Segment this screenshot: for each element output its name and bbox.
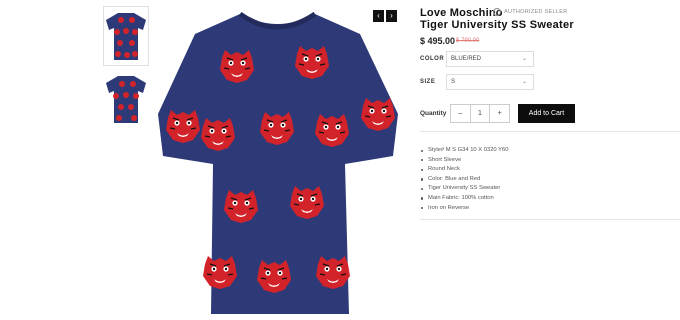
thumbnail-front[interactable] bbox=[103, 6, 149, 66]
thumbnail-back-image bbox=[106, 76, 146, 123]
prev-image-button[interactable]: ‹ bbox=[373, 10, 384, 22]
next-image-button[interactable]: › bbox=[386, 10, 397, 22]
color-select[interactable]: BLUE/RED ⌄ bbox=[446, 51, 534, 67]
list-item: Round Neck bbox=[420, 165, 508, 175]
chevron-down-icon: ⌄ bbox=[521, 56, 527, 62]
size-select[interactable]: S ⌄ bbox=[446, 74, 534, 90]
main-product-image bbox=[155, 4, 400, 316]
current-price: $ 495.00 bbox=[420, 36, 456, 46]
list-item: Main Fabric: 100% cotton bbox=[420, 194, 508, 204]
product-title: Tiger University SS Sweater bbox=[420, 19, 575, 31]
authorized-seller-badge: ✓ AUTHORIZED SELLER bbox=[493, 8, 567, 16]
list-item: Color: Blue and Red bbox=[420, 175, 508, 185]
list-item: Style# M S G34 10 X 0320 Y60 bbox=[420, 146, 508, 156]
quantity-decrease-button[interactable]: – bbox=[451, 105, 470, 122]
divider bbox=[420, 219, 680, 220]
quantity-label: Quantity bbox=[420, 110, 447, 117]
thumbnail-front-image bbox=[106, 13, 146, 60]
original-price: $ 790.00 bbox=[456, 38, 480, 44]
chevron-down-icon: ⌄ bbox=[521, 79, 527, 85]
quantity-increase-button[interactable]: + bbox=[490, 105, 509, 122]
size-select-value: S bbox=[451, 79, 456, 85]
quantity-input[interactable]: 1 bbox=[469, 105, 491, 122]
color-label: COLOR bbox=[420, 56, 445, 62]
brand-name[interactable]: Love Moschino bbox=[420, 7, 503, 19]
list-item: Tiger University SS Sweater bbox=[420, 184, 508, 194]
color-select-value: BLUE/RED bbox=[451, 56, 482, 62]
list-item: Short Sleeve bbox=[420, 156, 508, 166]
size-label: SIZE bbox=[420, 79, 436, 85]
quantity-stepper: – 1 + bbox=[450, 104, 510, 123]
authorized-seller-label: AUTHORIZED SELLER bbox=[504, 9, 568, 15]
chevron-left-icon: ‹ bbox=[377, 11, 380, 20]
list-item: Iron on Reverse bbox=[420, 204, 508, 214]
check-circle-icon: ✓ bbox=[493, 8, 501, 16]
chevron-right-icon: › bbox=[390, 11, 393, 20]
thumbnail-back[interactable] bbox=[103, 70, 149, 128]
add-to-cart-button[interactable]: Add to Cart bbox=[518, 104, 575, 123]
feature-list: Style# M S G34 10 X 0320 Y60 Short Sleev… bbox=[420, 146, 508, 213]
divider bbox=[420, 131, 680, 132]
